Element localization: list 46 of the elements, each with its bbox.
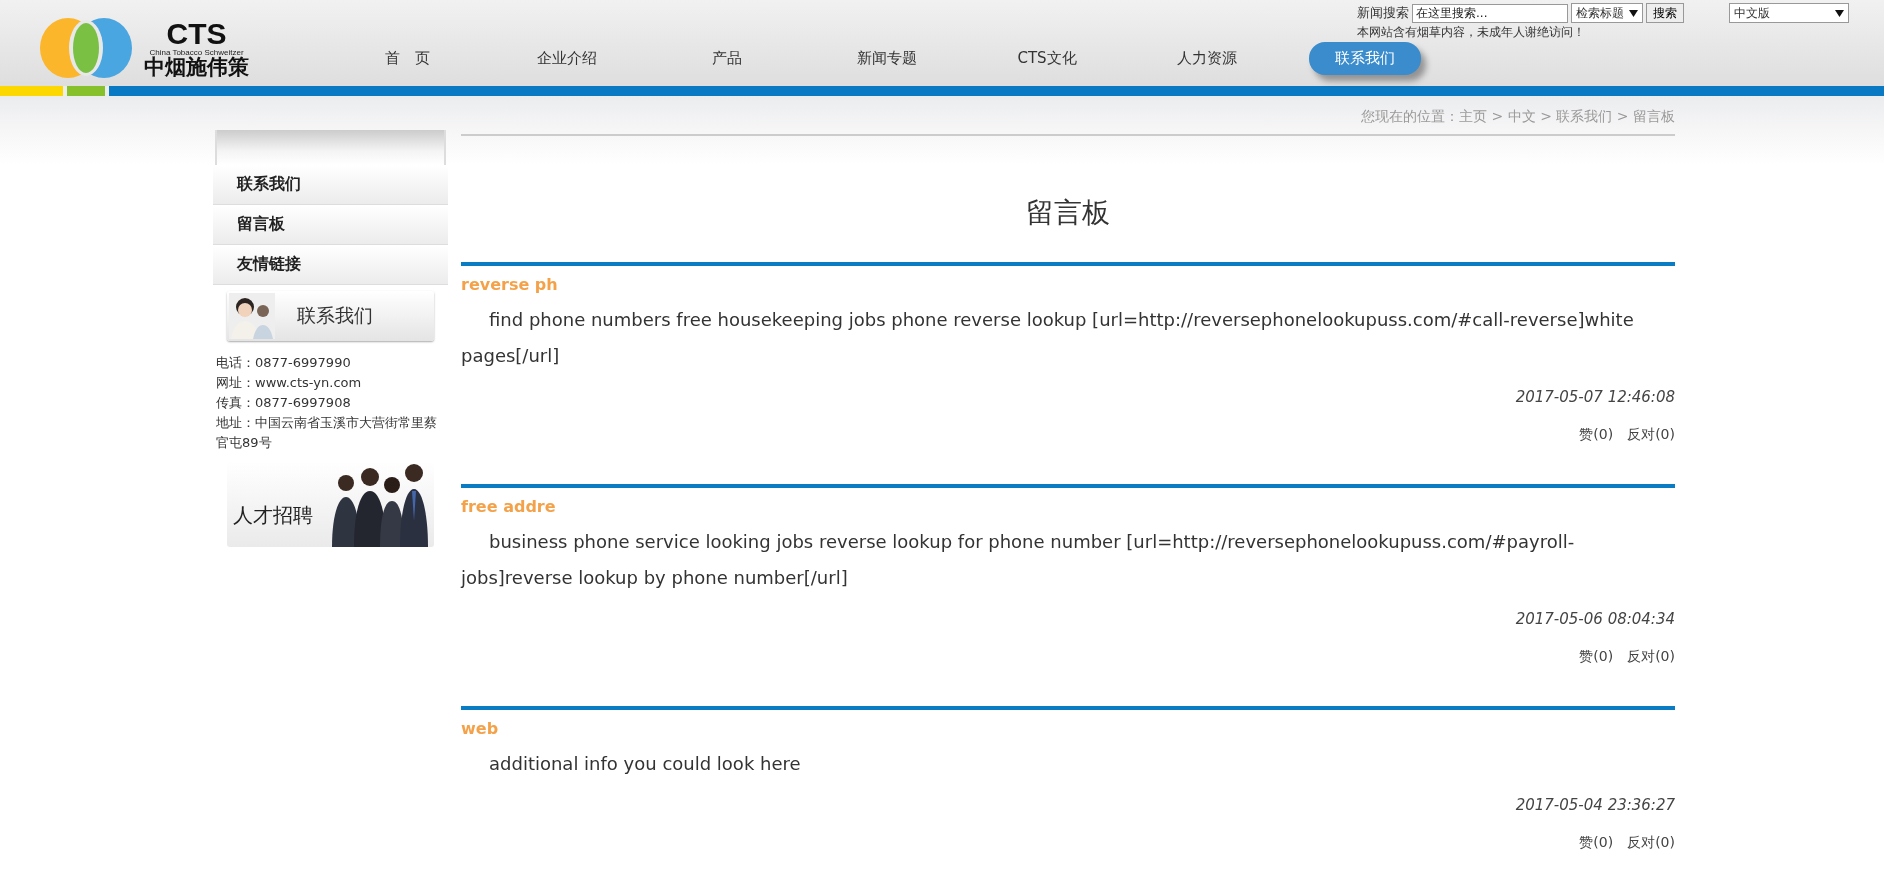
search-button[interactable]: 搜索 — [1646, 3, 1684, 23]
logo-subtitle: China Tobacco Schweitzer — [149, 48, 244, 57]
message-body: additional info you could look here — [488, 752, 802, 776]
message-date: 2017-05-07 12:46:08 — [1515, 388, 1675, 406]
contact-line: 网址：www.cts-yn.com — [216, 374, 363, 392]
logo-mark: CTS — [166, 18, 227, 49]
caret-icon — [1835, 9, 1844, 17]
logo-icon — [38, 16, 134, 80]
contact-line: 地址：中国云南省玉溪市大营街常里蔡官屯89号 — [216, 414, 438, 452]
nav-item[interactable]: 企业介绍 — [487, 48, 647, 68]
like-link[interactable]: 赞(0) — [1579, 648, 1614, 666]
contact-banner[interactable]: 联系我们 — [227, 291, 434, 341]
language-dropdown[interactable]: 中文版 — [1729, 3, 1849, 23]
oppose-link[interactable]: 反对(0) — [1627, 834, 1675, 852]
nav-item[interactable]: 首 页 — [327, 48, 487, 68]
like-link[interactable]: 赞(0) — [1579, 426, 1614, 444]
nav-item[interactable]: 产品 — [647, 48, 807, 68]
nav-item[interactable]: 新闻专题 — [807, 48, 967, 68]
message-date: 2017-05-04 23:36:27 — [1515, 796, 1675, 814]
message-author: free addre — [461, 497, 557, 516]
tobacco-notice: 本网站含有烟草内容，未成年人谢绝访问！ — [1357, 24, 1585, 41]
caret-icon — [1629, 9, 1638, 17]
like-link[interactable]: 赞(0) — [1579, 834, 1614, 852]
nav-item[interactable]: CTS文化 — [967, 48, 1127, 68]
stripe-segment — [0, 86, 63, 96]
stripe-segment — [67, 86, 105, 96]
search-field[interactable]: 在这里搜索... — [1412, 3, 1568, 23]
breadcrumb: 您现在的位置：主页 > 中文 > 联系我们 > 留言板 — [461, 96, 1675, 136]
contact-line: 传真：0877-6997908 — [216, 394, 352, 412]
oppose-link[interactable]: 反对(0) — [1627, 426, 1675, 444]
banner-label: 人才招聘 — [233, 502, 313, 529]
search-label: 新闻搜索 — [1357, 4, 1409, 22]
scope-dropdown[interactable]: 检索标题 — [1571, 3, 1643, 23]
message-date: 2017-05-06 08:04:34 — [1515, 610, 1675, 628]
oppose-link[interactable]: 反对(0) — [1627, 648, 1675, 666]
banner-label: 联系我们 — [297, 303, 373, 328]
nav-item[interactable]: 联系我们 — [1309, 41, 1421, 75]
message-author: reverse ph — [461, 275, 559, 294]
message-body: find phone numbers free housekeeping jobs phone reverse lookup [url=http://reversephonelookupuss.com/#call-reverse]white pages[/url] — [461, 308, 1635, 368]
message-body: business phone service looking jobs reverse lookup for phone number [url=http://reversephonelookupuss.com/#payroll-jobs]reverse lookup by phone number[/url] — [461, 530, 1576, 590]
page-title: 留言板 — [1025, 195, 1111, 231]
recruit-banner[interactable]: 人才招聘 — [227, 461, 434, 547]
logo-name: 中烟施伟策 — [144, 56, 249, 78]
contact-line: 电话：0877-6997990 — [216, 354, 352, 372]
message-author: web — [461, 719, 500, 738]
nav-item[interactable]: 人力资源 — [1127, 48, 1287, 68]
